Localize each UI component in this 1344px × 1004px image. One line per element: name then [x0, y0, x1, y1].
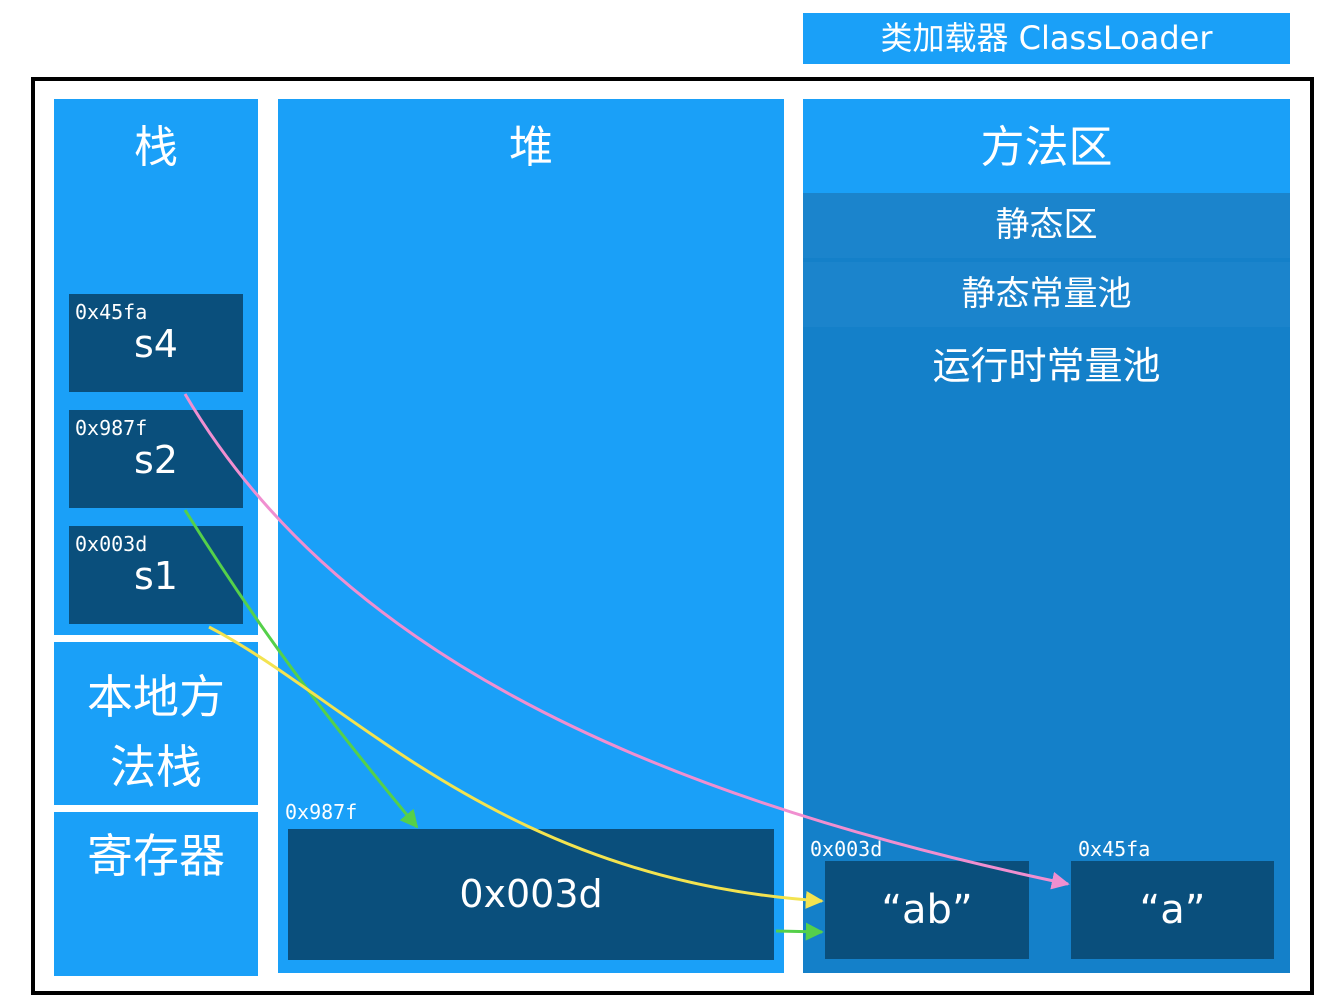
reference-arrows	[183, 393, 1070, 941]
arrow-s2-to-heap-object	[183, 509, 419, 829]
arrow-heap-object-to-ab	[775, 922, 824, 941]
arrow-s4-to-a	[183, 393, 1070, 890]
arrow-s1-to-ab	[208, 625, 824, 909]
